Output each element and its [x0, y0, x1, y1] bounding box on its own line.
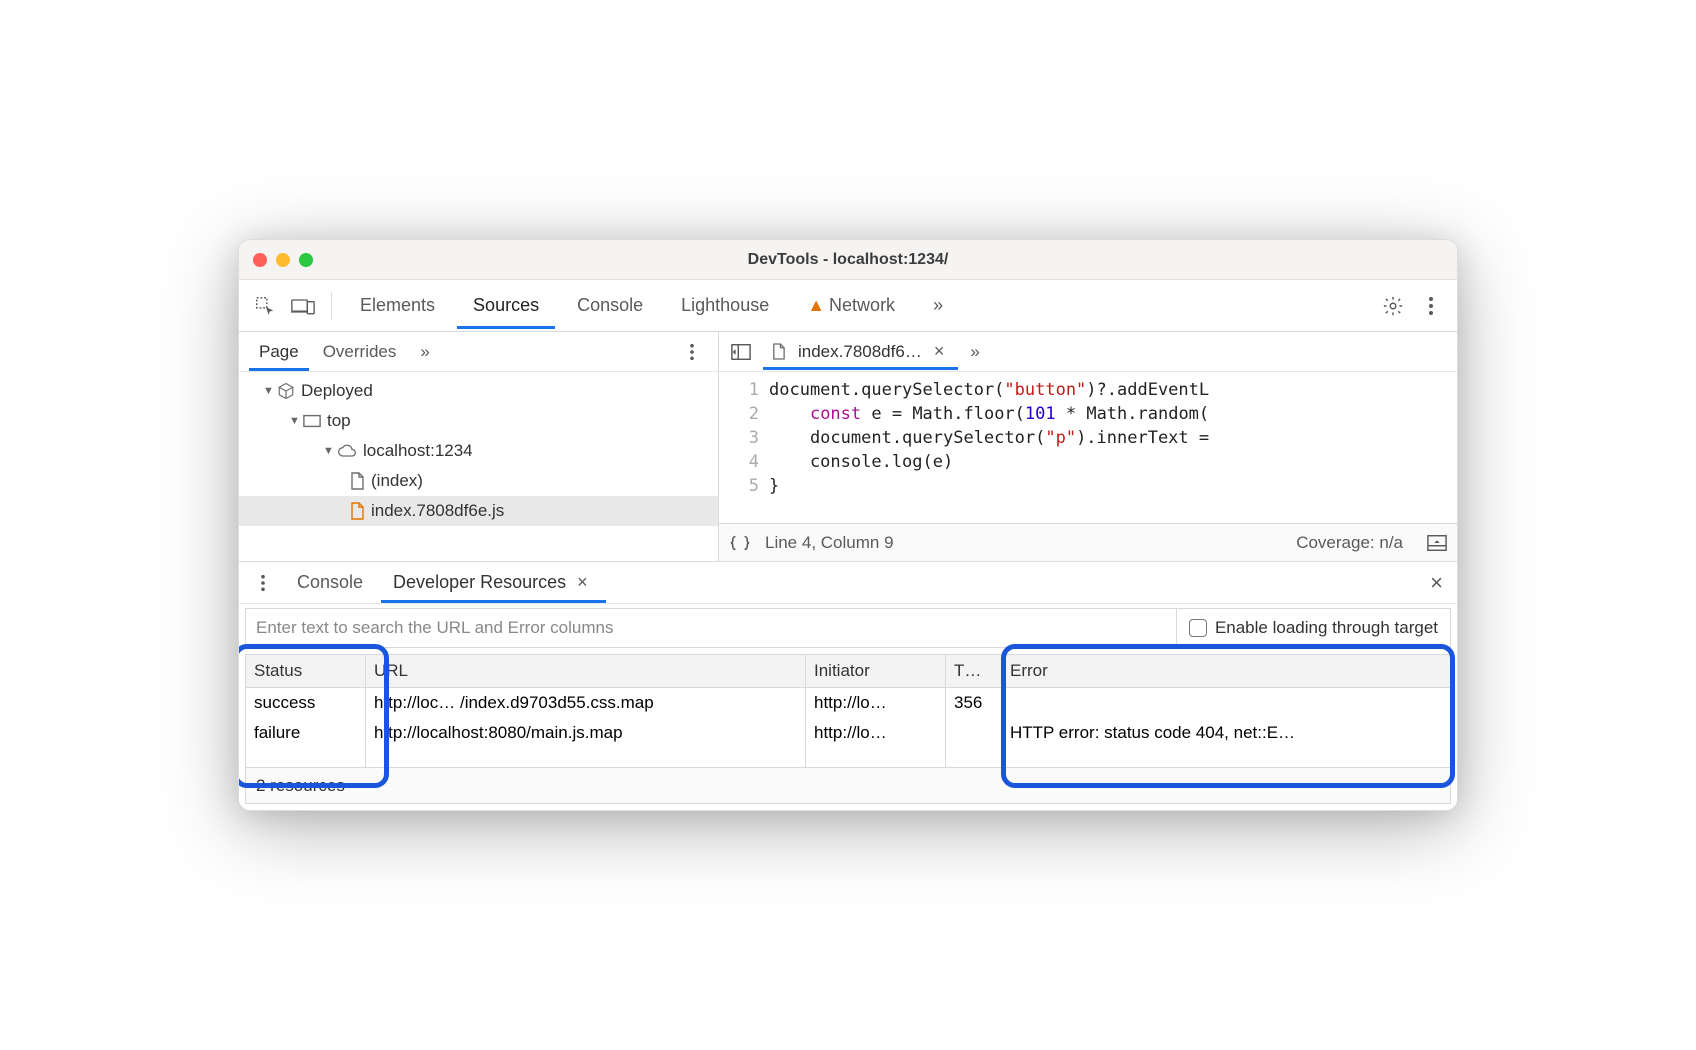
frame-icon: [303, 414, 321, 428]
cloud-icon: [337, 444, 357, 458]
toggle-bottom-icon[interactable]: [1427, 534, 1447, 552]
table-row[interactable]: failure http://localhost:8080/main.js.ma…: [246, 718, 1451, 768]
close-tab-icon[interactable]: ×: [928, 341, 951, 362]
col-error[interactable]: Error: [1002, 655, 1451, 688]
checkbox-icon: [1189, 619, 1207, 637]
tree-label: localhost:1234: [363, 441, 473, 461]
table-header-row: Status URL Initiator T… Error: [246, 655, 1451, 688]
sources-workspace: Page Overrides » ▼ Deployed ▼ top: [239, 332, 1457, 562]
resources-table: Status URL Initiator T… Error success ht…: [245, 654, 1451, 768]
filter-bar: Enable loading through target: [245, 608, 1451, 648]
main-tab-strip: Elements Sources Console Lighthouse ▲Net…: [239, 280, 1457, 332]
cell-t: [946, 718, 1002, 768]
tree-label: Deployed: [301, 381, 373, 401]
titlebar: DevTools - localhost:1234/: [239, 240, 1457, 280]
drawer-tab-console[interactable]: Console: [285, 562, 375, 603]
tree-file-selected[interactable]: index.7808df6e.js: [239, 496, 718, 526]
tree-label: index.7808df6e.js: [371, 501, 504, 521]
tree-label: (index): [371, 471, 423, 491]
line-number: 2: [719, 402, 759, 426]
table-footer: 2 resources: [245, 768, 1451, 804]
line-number: 1: [719, 378, 759, 402]
subtab-page[interactable]: Page: [249, 333, 309, 371]
cell-url: http://localhost:8080/main.js.map: [366, 718, 806, 768]
file-icon: [349, 472, 365, 490]
editor-statusbar: Line 4, Column 9 Coverage: n/a: [719, 523, 1457, 561]
file-icon: [771, 343, 786, 360]
editor-panel: index.7808df6… × » 1 2 3 4 5 document.qu…: [719, 332, 1457, 561]
tree-index[interactable]: (index): [239, 466, 718, 496]
device-toolbar-icon[interactable]: [287, 290, 319, 322]
cell-error: HTTP error: status code 404, net::E…: [1002, 718, 1451, 768]
enable-loading-toggle[interactable]: Enable loading through target: [1176, 609, 1450, 647]
toggle-sidebar-icon[interactable]: [725, 336, 757, 368]
navigator-tabs: Page Overrides »: [239, 332, 718, 372]
col-t[interactable]: T…: [946, 655, 1002, 688]
drawer-more-icon[interactable]: [247, 567, 279, 599]
navigator-more-icon[interactable]: [676, 336, 708, 368]
warning-icon: ▲: [807, 295, 825, 315]
chevron-down-icon: ▼: [323, 445, 337, 457]
col-url[interactable]: URL: [366, 655, 806, 688]
tab-network[interactable]: ▲Network: [791, 282, 911, 329]
tree-top[interactable]: ▼ top: [239, 406, 718, 436]
close-drawer-icon[interactable]: ×: [1424, 570, 1449, 596]
drawer-tab-devres[interactable]: Developer Resources ×: [381, 562, 606, 603]
settings-icon[interactable]: [1377, 290, 1409, 322]
code-editor[interactable]: 1 2 3 4 5 document.querySelector("button…: [719, 372, 1457, 523]
line-number: 3: [719, 426, 759, 450]
editor-tabs-overflow[interactable]: »: [964, 342, 985, 362]
window-title: DevTools - localhost:1234/: [239, 251, 1457, 269]
devtools-window: DevTools - localhost:1234/ Elements Sour…: [238, 239, 1458, 811]
cursor-position: Line 4, Column 9: [765, 533, 894, 553]
editor-tab-strip: index.7808df6… × »: [719, 332, 1457, 372]
table-row[interactable]: success http://loc… /index.d9703d55.css.…: [246, 688, 1451, 719]
line-number: 4: [719, 450, 759, 474]
chevron-down-icon: ▼: [289, 415, 303, 427]
col-status[interactable]: Status: [246, 655, 366, 688]
tab-network-label: Network: [829, 295, 895, 315]
cell-status: success: [246, 688, 366, 719]
subtab-overrides[interactable]: Overrides: [313, 333, 407, 371]
drawer-tab-label: Developer Resources: [393, 572, 566, 592]
inspect-element-icon[interactable]: [249, 290, 281, 322]
drawer-tab-strip: Console Developer Resources × ×: [239, 562, 1457, 604]
tab-lighthouse[interactable]: Lighthouse: [665, 282, 785, 329]
file-tree: ▼ Deployed ▼ top ▼ localhost:1234 (index…: [239, 372, 718, 561]
file-icon: [349, 502, 365, 520]
cell-t: 356: [946, 688, 1002, 719]
chevron-down-icon: ▼: [263, 385, 277, 397]
code-content: document.querySelector("button")?.addEve…: [769, 372, 1457, 523]
coverage-label: Coverage: n/a: [1296, 533, 1403, 553]
drawer: Console Developer Resources × × Enable l…: [239, 562, 1457, 804]
col-initiator[interactable]: Initiator: [806, 655, 946, 688]
line-number: 5: [719, 474, 759, 498]
tab-console[interactable]: Console: [561, 282, 659, 329]
tab-elements[interactable]: Elements: [344, 282, 451, 329]
tabs-overflow[interactable]: »: [917, 282, 959, 329]
line-gutter: 1 2 3 4 5: [719, 372, 769, 523]
cube-icon: [277, 382, 295, 400]
subtabs-overflow[interactable]: »: [410, 333, 439, 371]
cell-status: failure: [246, 718, 366, 768]
cell-error: [1002, 688, 1451, 719]
editor-tab[interactable]: index.7808df6… ×: [763, 333, 958, 370]
cell-initiator: http://lo…: [806, 718, 946, 768]
more-menu-icon[interactable]: [1415, 290, 1447, 322]
tree-label: top: [327, 411, 351, 431]
tab-sources[interactable]: Sources: [457, 282, 555, 329]
resource-count: 2 resources: [256, 776, 345, 796]
pretty-print-icon[interactable]: [729, 535, 751, 551]
cell-initiator: http://lo…: [806, 688, 946, 719]
checkbox-label: Enable loading through target: [1215, 618, 1438, 638]
tree-deployed[interactable]: ▼ Deployed: [239, 376, 718, 406]
search-input[interactable]: [246, 618, 1176, 638]
navigator-panel: Page Overrides » ▼ Deployed ▼ top: [239, 332, 719, 561]
tree-host[interactable]: ▼ localhost:1234: [239, 436, 718, 466]
close-tab-icon[interactable]: ×: [571, 572, 594, 592]
cell-url: http://loc… /index.d9703d55.css.map: [366, 688, 806, 719]
editor-tab-label: index.7808df6…: [798, 342, 922, 362]
